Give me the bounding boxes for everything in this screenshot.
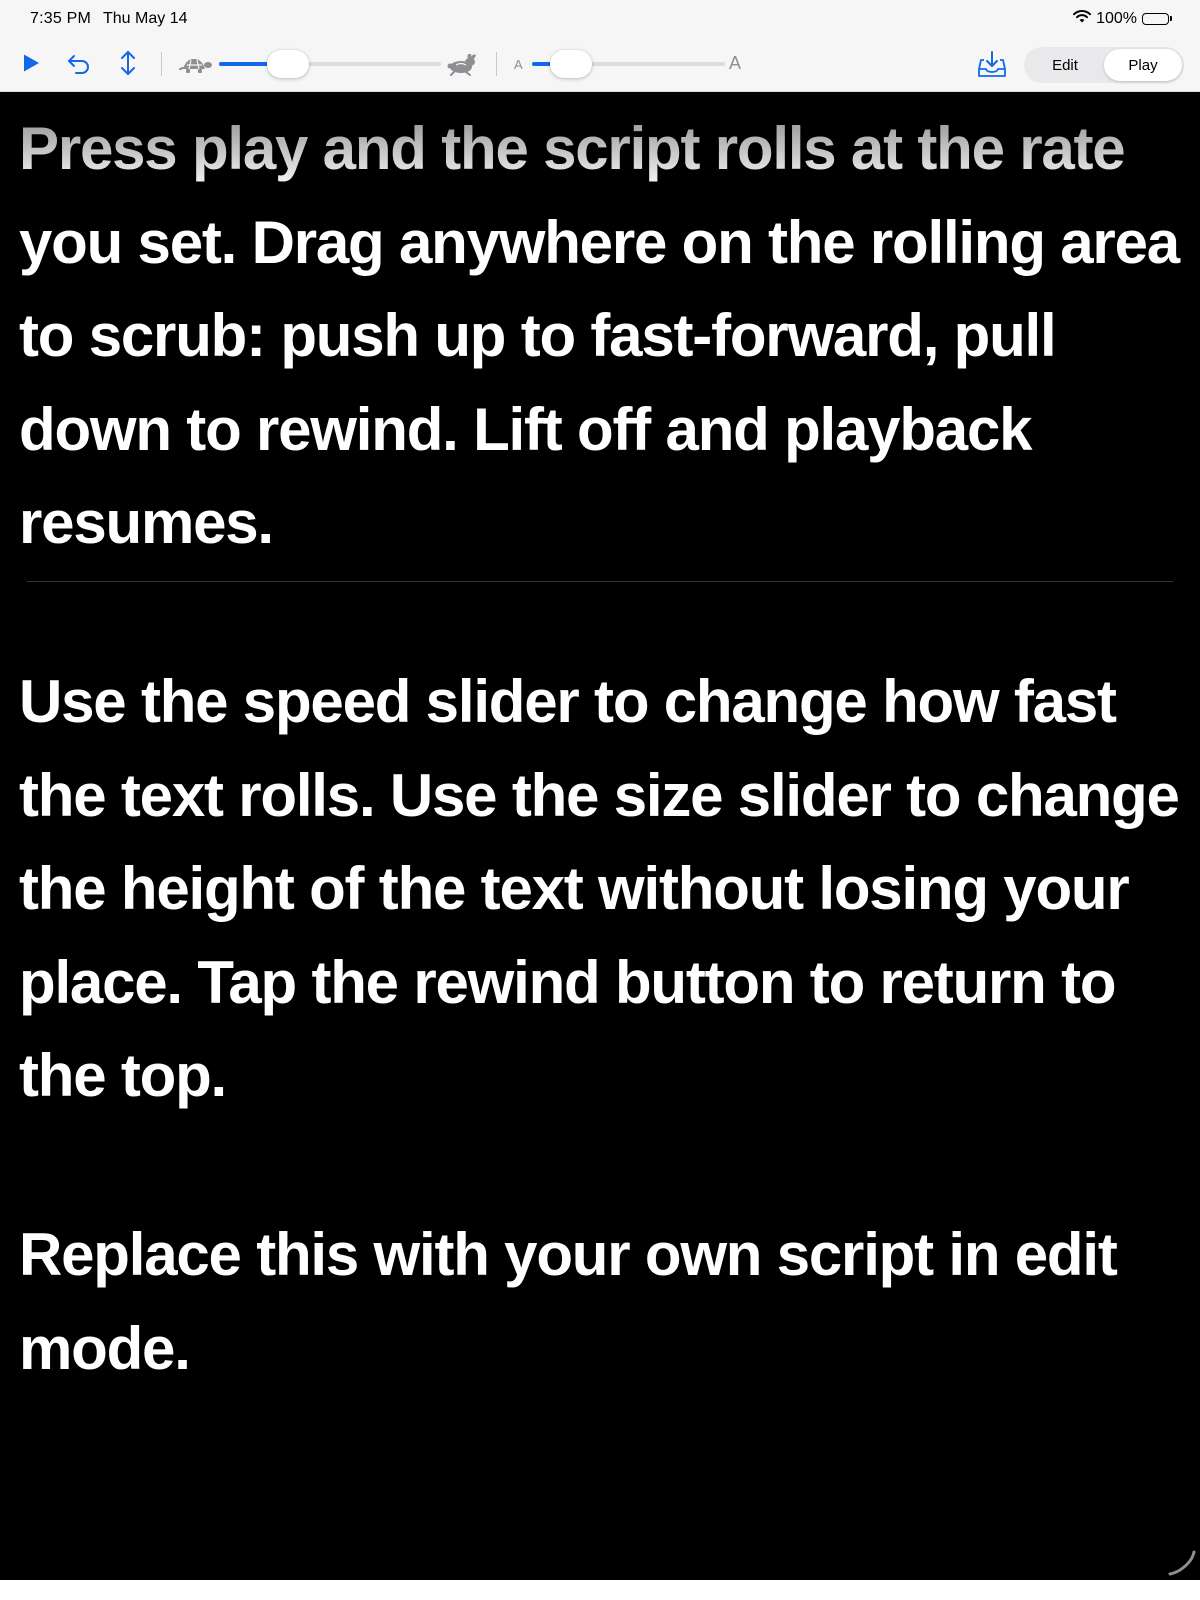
size-slider[interactable] [532,50,725,78]
rewind-button[interactable] [65,51,93,79]
size-max-label: A [729,53,742,73]
play-mode-segment[interactable]: Play [1104,49,1182,81]
scroll-indicator[interactable] [1166,1548,1196,1578]
script-paragraph: Use the speed slider to change how fast … [19,668,1180,1109]
edit-mode-segment[interactable]: Edit [1026,49,1104,81]
vertical-arrows-icon [118,49,138,82]
battery-percent: 100% [1096,9,1137,27]
scrub-button[interactable] [114,49,142,82]
export-button[interactable] [976,50,1008,82]
size-slider-thumb[interactable] [549,50,592,78]
speed-slider[interactable] [219,50,441,78]
status-date: Thu May 14 [103,10,188,27]
status-time: 7:35 PM [30,10,91,27]
play-icon [20,52,42,79]
script-paragraph: Press play and the script rolls at the r… [19,115,1180,556]
play-button[interactable] [17,51,45,79]
tray-download-icon [977,49,1007,84]
mode-segmented-control: Edit Play [1024,47,1184,83]
script-paragraph: Replace this with your own script in edi… [19,1221,1118,1382]
size-min-label: A [514,57,523,72]
wifi-icon [1073,9,1092,28]
turtle-icon [179,54,213,81]
prompter-scroll-area[interactable]: Press play and the script rolls at the r… [0,92,1200,1580]
toolbar-divider [161,52,162,76]
battery-icon [1142,12,1172,25]
toolbar: A A Edit Play [0,38,1200,92]
speed-slider-thumb[interactable] [266,50,309,78]
home-indicator-area [0,1580,1200,1600]
status-bar: 7:35 PM Thu May 14 100% [0,0,1200,38]
toolbar-divider [496,52,497,76]
rewind-icon [66,51,92,80]
status-right: 100% [1073,9,1172,28]
hare-icon [446,53,478,82]
reading-guide-line [27,581,1173,582]
